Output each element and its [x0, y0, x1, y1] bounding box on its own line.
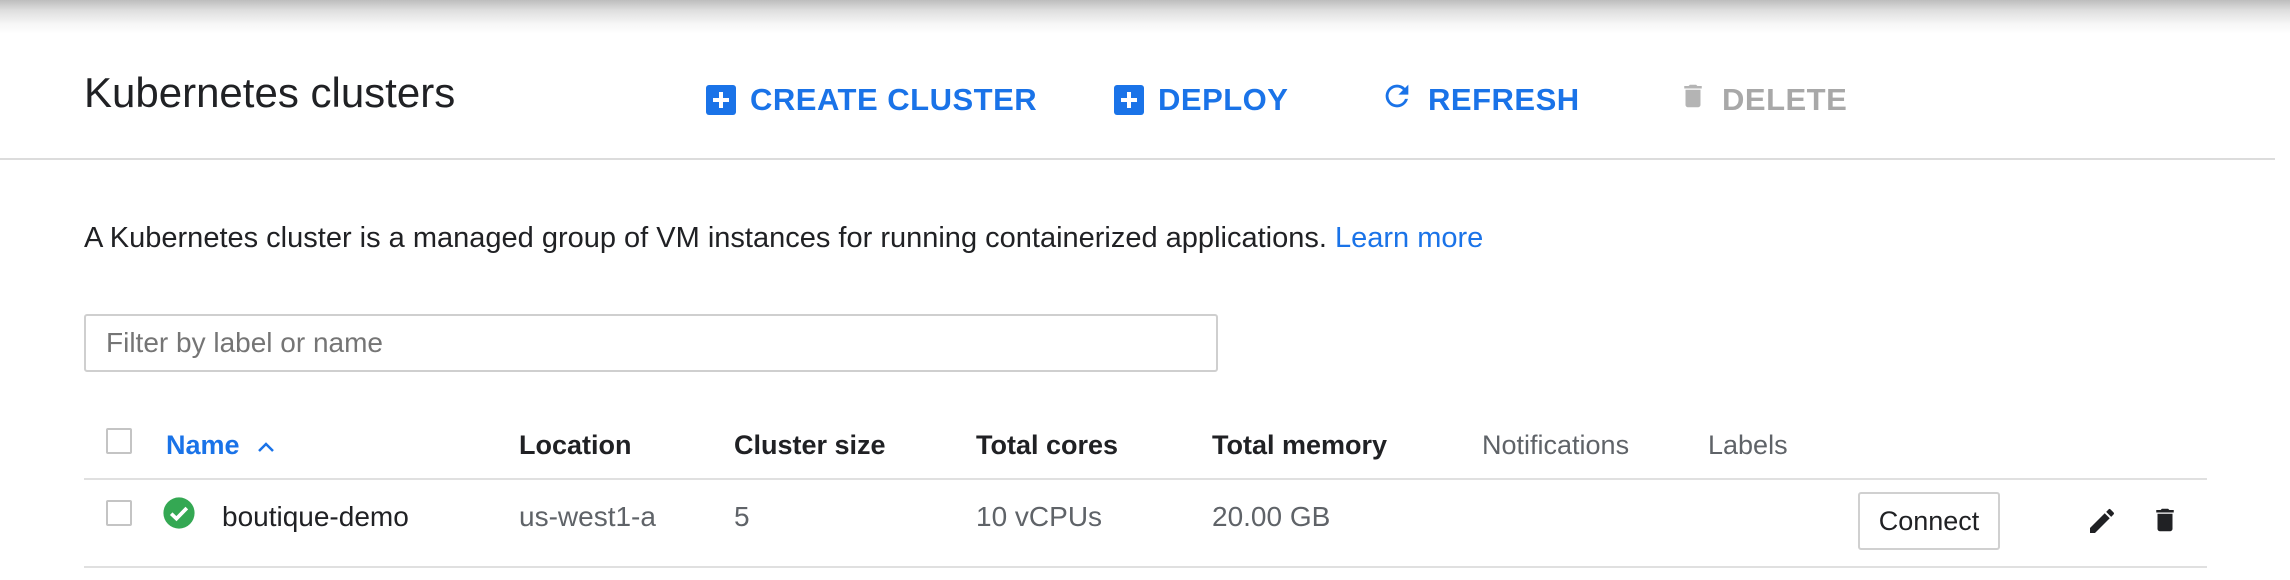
page-description: A Kubernetes cluster is a managed group …: [84, 222, 1483, 255]
cluster-size: 5: [734, 501, 750, 532]
description-text: A Kubernetes cluster is a managed group …: [84, 222, 1327, 254]
add-box-icon: [1114, 85, 1144, 115]
trash-icon[interactable]: [2150, 503, 2180, 542]
create-cluster-label: CREATE CLUSTER: [750, 82, 1038, 117]
sort-ascending-icon: [257, 430, 275, 461]
delete-button[interactable]: DELETE: [1678, 74, 1847, 126]
column-header-cluster-size[interactable]: Cluster size: [734, 430, 886, 461]
column-header-name[interactable]: Name: [166, 430, 275, 461]
add-box-icon: [706, 85, 736, 115]
refresh-icon: [1380, 79, 1414, 121]
column-header-location[interactable]: Location: [519, 430, 632, 461]
create-cluster-button[interactable]: CREATE CLUSTER: [706, 74, 1037, 126]
deploy-button[interactable]: DEPLOY: [1114, 74, 1288, 126]
connect-button[interactable]: Connect: [1858, 492, 2000, 550]
cluster-total-cores: 10 vCPUs: [976, 501, 1103, 532]
trash-icon: [1678, 79, 1708, 121]
refresh-label: REFRESH: [1428, 82, 1580, 117]
column-header-labels: Labels: [1708, 430, 1788, 460]
filter-input[interactable]: [84, 314, 1218, 372]
delete-label: DELETE: [1722, 82, 1848, 117]
cluster-total-memory: 20.00 GB: [1212, 501, 1331, 532]
column-header-notifications: Notifications: [1482, 430, 1630, 460]
learn-more-link[interactable]: Learn more: [1335, 222, 1483, 254]
table-header-divider: [84, 478, 2207, 480]
top-shadow: [0, 0, 2290, 34]
pencil-icon[interactable]: [2086, 505, 2118, 542]
cluster-location: us-west1-a: [519, 501, 656, 532]
name-column-label: Name: [166, 430, 240, 460]
page-title: Kubernetes clusters: [84, 69, 456, 116]
page-header: Kubernetes clusters CREATE CLUSTER DEPLO…: [0, 40, 2275, 160]
deploy-label: DEPLOY: [1158, 82, 1289, 117]
table-row-divider: [84, 566, 2207, 568]
check-circle-icon: [162, 496, 196, 530]
row-checkbox[interactable]: [106, 500, 132, 526]
select-all-checkbox[interactable]: [106, 428, 132, 454]
cluster-name-link[interactable]: boutique-demo: [222, 501, 409, 533]
column-header-total-memory[interactable]: Total memory: [1212, 430, 1387, 461]
column-header-total-cores[interactable]: Total cores: [976, 430, 1118, 461]
refresh-button[interactable]: REFRESH: [1380, 74, 1580, 126]
